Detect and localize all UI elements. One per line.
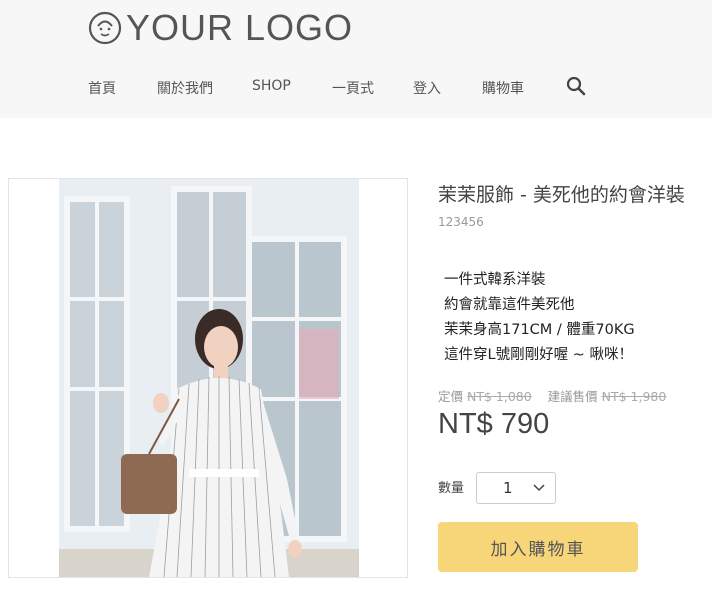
- suggested-price: NT$ 1,980: [601, 389, 667, 404]
- logo-text: YOUR LOGO: [126, 7, 354, 48]
- nav-home[interactable]: 首頁: [88, 78, 116, 98]
- product-image-frame: [8, 178, 408, 578]
- suggested-price-label: 建議售價: [547, 389, 598, 404]
- original-prices: 定價 NT$ 1,080 建議售價 NT$ 1,980: [438, 386, 666, 405]
- description-line: 一件式韓系洋裝: [444, 272, 546, 288]
- quantity-select[interactable]: 1: [476, 472, 556, 504]
- nav-cart[interactable]: 購物車: [482, 78, 524, 98]
- nav-about[interactable]: 關於我們: [157, 78, 213, 98]
- product-description: 一件式韓系洋裝 約會就靠這件美死他 茉茉身高171CM / 體重70KG 這件穿…: [444, 268, 704, 368]
- product-title: 茉茉服飾 - 美死他的約會洋裝: [438, 184, 685, 206]
- search-icon[interactable]: [566, 76, 586, 96]
- product-photo[interactable]: [59, 179, 359, 577]
- add-to-cart-button[interactable]: 加入購物車: [438, 522, 638, 572]
- quantity-value: 1: [503, 479, 513, 497]
- quantity-label: 數量: [438, 481, 465, 496]
- nav-one-page[interactable]: 一頁式: [332, 78, 374, 98]
- main-nav: 首頁 關於我們 SHOP 一頁式 登入 購物車: [0, 76, 712, 100]
- product-sku: 123456: [438, 215, 484, 229]
- nav-shop[interactable]: SHOP: [252, 78, 291, 94]
- site-header: YOUR LOGO 首頁 關於我們 SHOP 一頁式 登入 購物車: [0, 0, 712, 118]
- description-line: 約會就靠這件美死他: [444, 297, 575, 313]
- description-line: 茉茉身高171CM / 體重70KG: [444, 322, 635, 338]
- chevron-down-icon: [533, 484, 545, 492]
- description-line: 這件穿L號剛剛好喔 ~ 啾咪！: [444, 347, 633, 363]
- nav-login[interactable]: 登入: [413, 78, 441, 98]
- logo-face-icon: [88, 11, 122, 45]
- list-price-label: 定價: [438, 389, 464, 404]
- logo[interactable]: YOUR LOGO: [88, 7, 354, 48]
- list-price: NT$ 1,080: [467, 389, 532, 404]
- sale-price: NT$ 790: [438, 408, 550, 440]
